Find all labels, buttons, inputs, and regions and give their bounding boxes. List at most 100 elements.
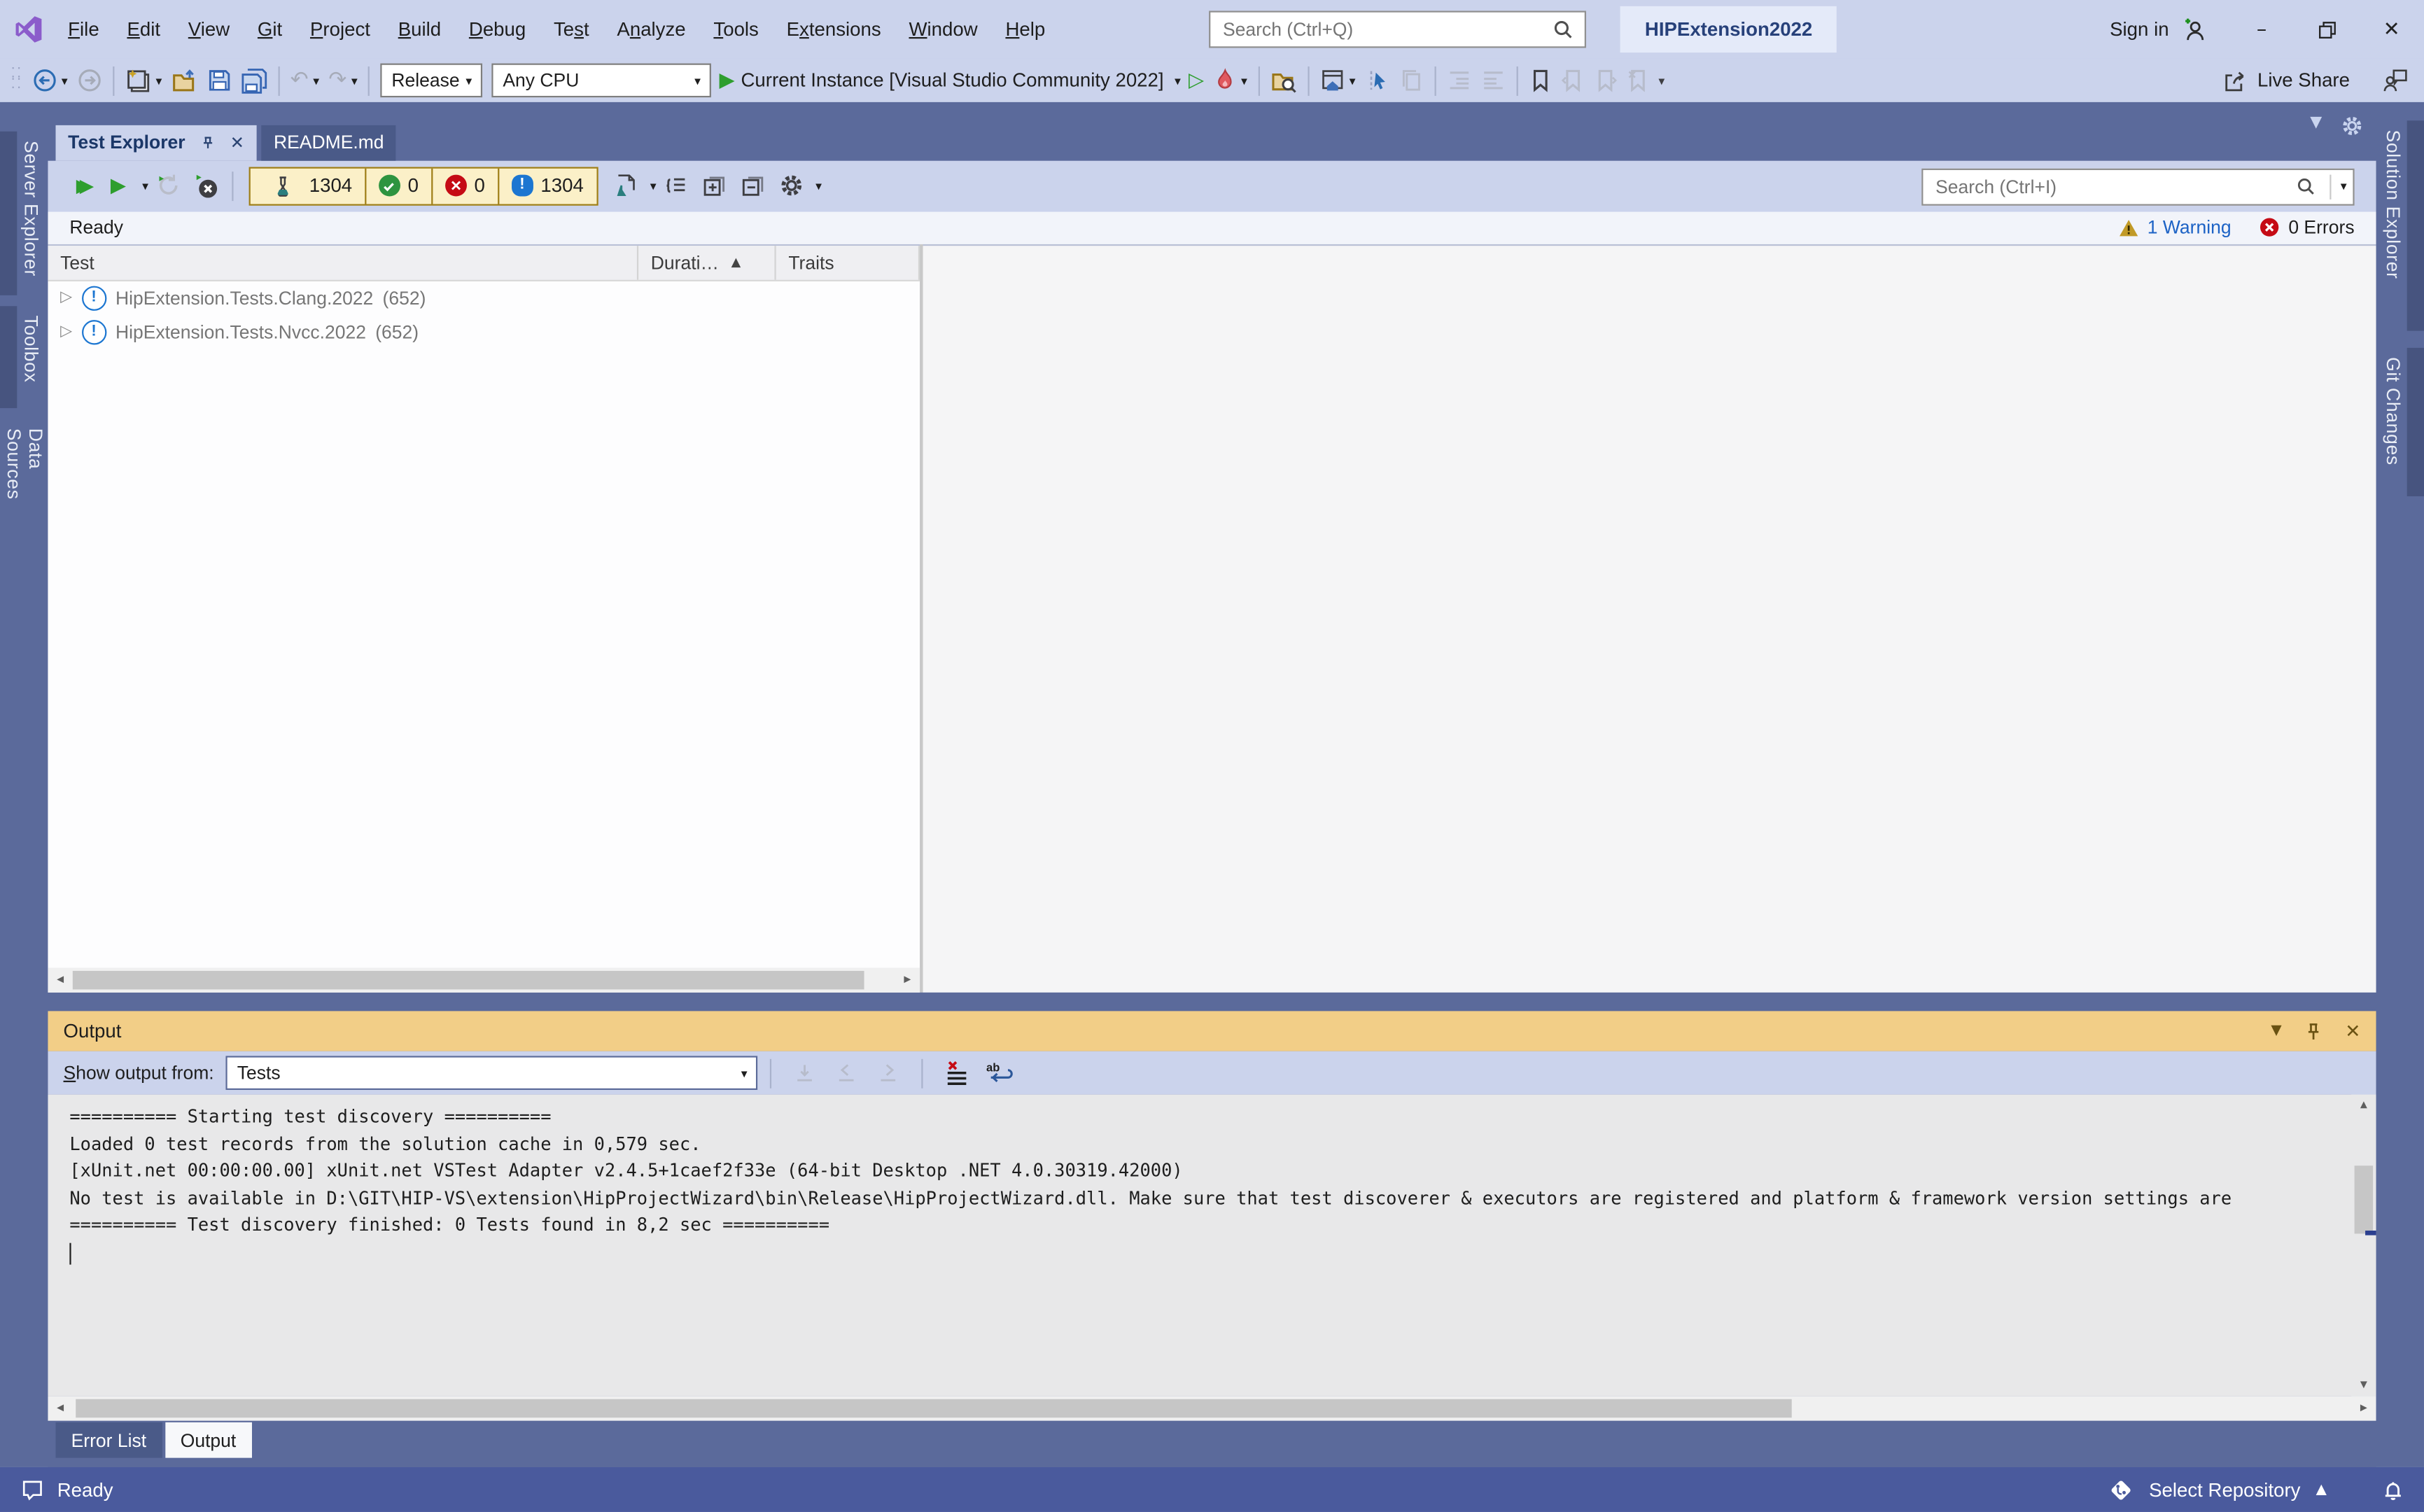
tab-error-list[interactable]: Error List <box>56 1422 162 1458</box>
collapse-all-icon[interactable] <box>740 173 766 200</box>
save-button[interactable] <box>202 62 237 99</box>
save-all-button[interactable] <box>236 62 272 99</box>
menu-help[interactable]: Help <box>992 0 1060 59</box>
menu-build[interactable]: Build <box>384 0 455 59</box>
menu-git[interactable]: Git <box>244 0 296 59</box>
start-debug-button[interactable]: ▶ Current Instance [Visual Studio Commun… <box>720 69 1181 92</box>
minimize-button[interactable]: – <box>2229 0 2295 59</box>
sidebar-item-data-sources[interactable]: Data Sources <box>0 419 48 555</box>
undo-button[interactable]: ↶▾ <box>286 62 324 99</box>
menu-tools[interactable]: Tools <box>700 0 773 59</box>
column-test[interactable]: Test <box>48 246 638 280</box>
menu-view[interactable]: View <box>174 0 244 59</box>
send-feedback-icon[interactable] <box>2382 67 2409 94</box>
clear-all-icon[interactable] <box>944 1060 970 1087</box>
cancel-test-run-icon[interactable] <box>193 173 220 200</box>
test-explorer-search-input[interactable] <box>1933 174 2287 199</box>
test-tree-horizontal-scrollbar[interactable]: ◂ ▸ <box>48 968 920 993</box>
column-traits[interactable]: Traits <box>776 246 920 280</box>
sign-in-button[interactable]: Sign in <box>2110 19 2169 41</box>
scroll-left-arrow[interactable]: ◂ <box>48 973 72 988</box>
preview-window-button[interactable]: ▾ <box>1315 62 1360 99</box>
select-repository-button[interactable]: Select Repository <box>2149 1478 2300 1500</box>
live-share-button[interactable]: Live Share <box>2222 67 2350 94</box>
panel-splitter[interactable] <box>48 993 2376 1011</box>
filter-passed-tests-button[interactable]: 0 <box>365 169 431 204</box>
pin-icon[interactable] <box>2304 1021 2324 1042</box>
feedback-bubble-icon[interactable] <box>19 1476 45 1503</box>
chevron-up-icon[interactable]: ▲ <box>2316 1482 2327 1497</box>
errors-label[interactable]: 0 Errors <box>2259 215 2354 241</box>
scroll-up-arrow[interactable]: ▴ <box>2351 1098 2376 1114</box>
global-search-box[interactable] <box>1209 10 1586 48</box>
scroll-down-arrow[interactable]: ▾ <box>2351 1378 2376 1393</box>
previous-bookmark-button[interactable] <box>1557 62 1589 99</box>
search-options-chevron-icon[interactable]: ▾ <box>2341 180 2347 194</box>
tab-list-chevron-icon[interactable]: ▼ <box>2310 114 2322 137</box>
navigate-back-button[interactable]: ▾ <box>27 62 72 99</box>
notifications-bell-icon[interactable] <box>2379 1476 2406 1503</box>
global-search-input[interactable] <box>1220 17 1549 41</box>
new-project-button[interactable]: ▾ <box>120 62 167 99</box>
goto-message-icon[interactable] <box>792 1060 819 1087</box>
clear-bookmarks-button[interactable] <box>1621 62 1653 99</box>
run-test-icon[interactable]: ▶ <box>105 173 132 200</box>
copy-parent-button[interactable] <box>1394 62 1429 99</box>
menu-file[interactable]: File <box>54 0 113 59</box>
scrollbar-thumb[interactable] <box>73 972 864 990</box>
column-duration[interactable]: Durati… ▲ <box>638 246 776 280</box>
test-settings-gear-icon[interactable] <box>778 173 805 200</box>
toggle-bookmark-button[interactable] <box>1524 62 1556 99</box>
run-all-tests-icon[interactable]: ▶▶ <box>66 173 93 200</box>
test-group-row[interactable]: ▷ ! HipExtension.Tests.Nvcc.2022 (652) <box>48 315 920 349</box>
scrollbar-thumb[interactable] <box>2355 1166 2374 1234</box>
tab-output[interactable]: Output <box>165 1422 252 1458</box>
next-message-icon[interactable] <box>876 1060 902 1087</box>
selection-mode-button[interactable] <box>1360 62 1394 99</box>
sidebar-item-toolbox[interactable]: Toolbox <box>0 306 48 408</box>
window-position-chevron-icon[interactable]: ▼ <box>2271 1024 2281 1040</box>
navigate-forward-button[interactable] <box>72 62 106 99</box>
sidebar-item-solution-explorer[interactable]: Solution Explorer <box>2376 120 2424 330</box>
find-in-files-button[interactable] <box>1266 62 1301 99</box>
document-well-options-gear-icon[interactable] <box>2341 114 2364 137</box>
word-wrap-icon[interactable]: ab <box>986 1060 1016 1087</box>
scroll-right-arrow[interactable]: ▸ <box>2351 1401 2376 1416</box>
warnings-link[interactable]: 1 Warning <box>2118 215 2232 241</box>
menu-project[interactable]: Project <box>296 0 384 59</box>
scroll-left-arrow[interactable]: ◂ <box>48 1401 72 1416</box>
menu-edit[interactable]: Edit <box>113 0 174 59</box>
test-explorer-search-box[interactable]: ▾ <box>1921 169 2354 206</box>
close-window-button[interactable]: ✕ <box>2359 0 2424 59</box>
close-panel-icon[interactable]: ✕ <box>2345 1021 2360 1042</box>
restore-button[interactable] <box>2294 0 2359 59</box>
solution-configuration-dropdown[interactable]: Release▾ <box>381 64 483 98</box>
test-group-row[interactable]: ▷ ! HipExtension.Tests.Clang.2022 (652) <box>48 281 920 316</box>
hot-reload-button[interactable]: ▾ <box>1209 62 1252 99</box>
menu-window[interactable]: Window <box>895 0 992 59</box>
expand-all-icon[interactable] <box>701 173 728 200</box>
run-settings-icon[interactable] <box>613 173 640 200</box>
scrollbar-thumb[interactable] <box>76 1399 1791 1418</box>
menu-analyze[interactable]: Analyze <box>603 0 700 59</box>
filter-total-tests-button[interactable]: 1304 <box>251 169 365 204</box>
output-horizontal-scrollbar[interactable]: ◂ ▸ <box>48 1396 2376 1420</box>
toolbar-drag-handle[interactable]: ⁚⁚⁚⁚ <box>10 69 22 91</box>
next-bookmark-button[interactable] <box>1589 62 1621 99</box>
tab-readme[interactable]: README.md <box>261 125 396 161</box>
filter-failed-tests-button[interactable]: 0 <box>431 169 498 204</box>
pin-icon[interactable] <box>197 130 219 156</box>
sidebar-item-server-explorer[interactable]: Server Explorer <box>0 132 48 295</box>
redo-button[interactable]: ↷▾ <box>324 62 363 99</box>
menu-debug[interactable]: Debug <box>455 0 540 59</box>
group-by-icon[interactable] <box>662 173 689 200</box>
increase-indent-button[interactable] <box>1476 62 1511 99</box>
output-source-dropdown[interactable]: Tests▾ <box>226 1056 758 1091</box>
expander-icon[interactable]: ▷ <box>60 324 72 341</box>
output-log[interactable]: ========== Starting test discovery =====… <box>48 1095 2351 1396</box>
open-file-button[interactable] <box>167 62 202 99</box>
scroll-right-arrow[interactable]: ▸ <box>895 973 920 988</box>
menu-test[interactable]: Test <box>540 0 603 59</box>
expander-icon[interactable]: ▷ <box>60 290 72 307</box>
start-without-debugging-button[interactable]: ▷ <box>1184 62 1208 99</box>
